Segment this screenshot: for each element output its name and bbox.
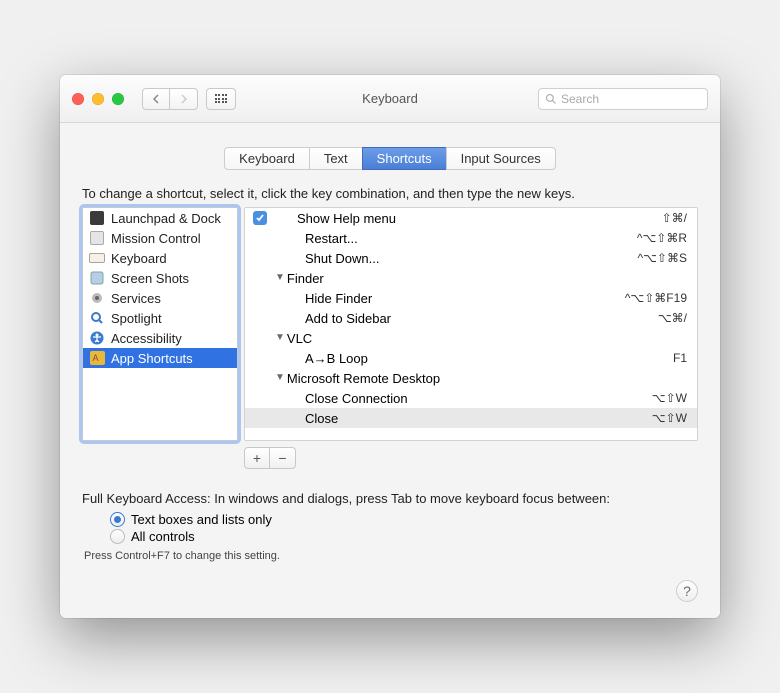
shortcut-row[interactable]: ▼Finder <box>245 268 697 288</box>
sidebar-item-label: Launchpad & Dock <box>111 211 221 226</box>
mcontrol-icon <box>89 230 105 246</box>
shortcut-row[interactable]: Close Connection ⌥⇧W <box>245 388 697 408</box>
sidebar-item-label: Screen Shots <box>111 271 189 286</box>
preferences-window: Keyboard Search KeyboardTextShortcutsInp… <box>60 75 720 618</box>
instruction-text: To change a shortcut, select it, click t… <box>82 186 698 201</box>
shortcut-group-label: VLC <box>287 331 312 346</box>
search-icon <box>545 93 557 105</box>
tab-keyboard[interactable]: Keyboard <box>224 147 309 170</box>
zoom-window-button[interactable] <box>112 93 124 105</box>
shortcut-label: Close Connection <box>305 391 408 406</box>
shortcut-keys: ⌥⌘/ <box>658 311 687 325</box>
remove-shortcut-button[interactable]: − <box>270 447 296 469</box>
acc-icon <box>89 330 105 346</box>
shortcut-list[interactable]: Show Help menu ⇧⌘/ Restart... ^⌥⇧⌘R Shut Dow… <box>244 207 698 441</box>
radio-label: Text boxes and lists only <box>131 512 272 527</box>
help-button[interactable]: ? <box>676 580 698 602</box>
shortcut-keys: ^⌥⇧⌘S <box>637 251 687 265</box>
shortcut-label: A→B Loop <box>305 351 368 366</box>
radio-button[interactable] <box>110 529 125 544</box>
shortcut-row[interactable]: Add to Sidebar ⌥⌘/ <box>245 308 697 328</box>
window-controls <box>72 93 124 105</box>
add-remove-segment: + − <box>244 447 698 469</box>
help-area: ? <box>82 580 698 602</box>
shortcut-keys: ⌥⇧W <box>652 391 687 405</box>
shortcut-row[interactable]: Hide Finder ^⌥⇧⌘F19 <box>245 288 697 308</box>
fka-hint: Press Control+F7 to change this setting. <box>84 550 698 562</box>
shortcut-row[interactable]: Close ⌥⇧W <box>245 408 697 428</box>
grid-icon <box>215 94 228 103</box>
sidebar-item-label: Accessibility <box>111 331 182 346</box>
forward-button[interactable] <box>170 88 198 110</box>
sidebar-item-mission-control[interactable]: Mission Control <box>83 228 237 248</box>
search-placeholder: Search <box>561 92 599 106</box>
shortcut-group-label: Microsoft Remote Desktop <box>287 371 440 386</box>
nav-segment <box>142 88 198 110</box>
shortcut-row[interactable]: Restart... ^⌥⇧⌘R <box>245 228 697 248</box>
content-area: KeyboardTextShortcutsInput Sources To ch… <box>60 123 720 618</box>
shortcut-label: Restart... <box>305 231 358 246</box>
category-sidebar[interactable]: Launchpad & Dock Mission Control Keyboard S… <box>82 207 238 441</box>
panes: Launchpad & Dock Mission Control Keyboard S… <box>82 207 698 441</box>
shortcut-label: Hide Finder <box>305 291 372 306</box>
shortcut-keys: ^⌥⇧⌘R <box>637 231 687 245</box>
shortcut-row[interactable]: ▼Microsoft Remote Desktop <box>245 368 697 388</box>
shortcut-label: Shut Down... <box>305 251 379 266</box>
shortcut-checkbox[interactable] <box>253 211 267 225</box>
screen-icon <box>89 270 105 286</box>
keyboard-icon <box>89 250 105 266</box>
sidebar-item-services[interactable]: Services <box>83 288 237 308</box>
sidebar-item-accessibility[interactable]: Accessibility <box>83 328 237 348</box>
sidebar-item-label: Services <box>111 291 161 306</box>
shortcut-row[interactable]: A→B Loop F1 <box>245 348 697 368</box>
titlebar: Keyboard Search <box>60 75 720 123</box>
gear-icon <box>89 290 105 306</box>
sidebar-item-spotlight[interactable]: Spotlight <box>83 308 237 328</box>
app-icon: A <box>89 350 105 366</box>
tab-text[interactable]: Text <box>309 147 362 170</box>
full-keyboard-access-section: Full Keyboard Access: In windows and dia… <box>82 491 698 562</box>
minimize-window-button[interactable] <box>92 93 104 105</box>
shortcut-label: Close <box>305 411 338 426</box>
shortcut-label: Show Help menu <box>297 211 396 226</box>
shortcut-row[interactable]: Show Help menu ⇧⌘/ <box>245 208 697 228</box>
close-window-button[interactable] <box>72 93 84 105</box>
sidebar-item-label: App Shortcuts <box>111 351 193 366</box>
shortcut-keys: ⌥⇧W <box>652 411 687 425</box>
sidebar-item-label: Mission Control <box>111 231 201 246</box>
tab-input-sources[interactable]: Input Sources <box>446 147 556 170</box>
shortcut-row[interactable]: ▼VLC <box>245 328 697 348</box>
spot-icon <box>89 310 105 326</box>
shortcut-keys: ^⌥⇧⌘F19 <box>625 291 687 305</box>
radio-label: All controls <box>131 529 195 544</box>
sidebar-item-app-shortcuts[interactable]: A App Shortcuts <box>83 348 237 368</box>
show-all-button[interactable] <box>206 88 236 110</box>
launchpad-icon <box>89 210 105 226</box>
disclosure-triangle-icon[interactable]: ▼ <box>275 372 285 383</box>
add-shortcut-button[interactable]: + <box>244 447 270 469</box>
sidebar-item-screen-shots[interactable]: Screen Shots <box>83 268 237 288</box>
disclosure-triangle-icon[interactable]: ▼ <box>275 332 285 343</box>
search-field[interactable]: Search <box>538 88 708 110</box>
back-button[interactable] <box>142 88 170 110</box>
sidebar-item-label: Spotlight <box>111 311 162 326</box>
sidebar-item-label: Keyboard <box>111 251 167 266</box>
shortcut-group-label: Finder <box>287 271 324 286</box>
shortcut-label: Add to Sidebar <box>305 311 391 326</box>
tab-bar: KeyboardTextShortcutsInput Sources <box>82 147 698 170</box>
fka-heading: Full Keyboard Access: In windows and dia… <box>82 491 698 506</box>
shortcut-keys: ⇧⌘/ <box>662 211 687 225</box>
fka-option[interactable]: Text boxes and lists only <box>110 512 698 527</box>
fka-option[interactable]: All controls <box>110 529 698 544</box>
shortcut-keys: F1 <box>673 351 687 365</box>
tab-shortcuts[interactable]: Shortcuts <box>362 147 446 170</box>
disclosure-triangle-icon[interactable]: ▼ <box>275 272 285 283</box>
sidebar-item-launchpad-dock[interactable]: Launchpad & Dock <box>83 208 237 228</box>
radio-button[interactable] <box>110 512 125 527</box>
shortcut-row[interactable]: Shut Down... ^⌥⇧⌘S <box>245 248 697 268</box>
sidebar-item-keyboard[interactable]: Keyboard <box>83 248 237 268</box>
